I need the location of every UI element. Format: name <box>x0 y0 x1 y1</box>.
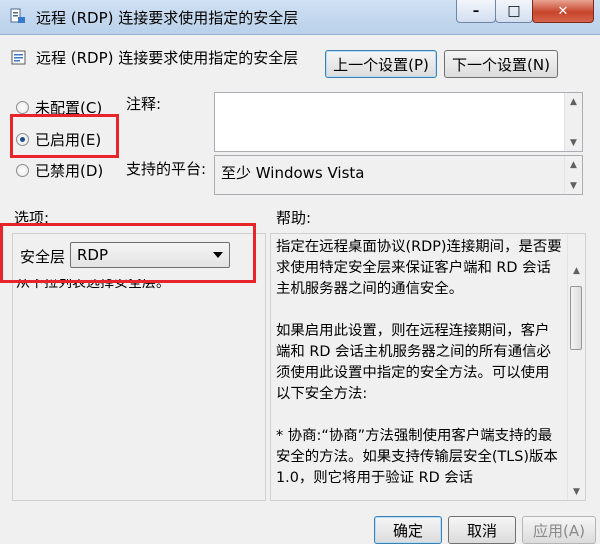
scroll-down-icon[interactable]: ▼ <box>565 177 582 194</box>
help-scrollbar[interactable]: ▲ ▼ <box>567 234 585 500</box>
close-button[interactable]: ✕ <box>532 0 594 23</box>
radio-label: 已禁用(D) <box>35 162 104 180</box>
close-icon: ✕ <box>557 3 569 19</box>
platform-label: 支持的平台: <box>126 160 207 178</box>
scroll-thumb[interactable] <box>570 286 582 350</box>
scroll-down-icon[interactable]: ▼ <box>568 483 585 500</box>
highlight-security-layer-box <box>0 223 256 283</box>
policy-title: 远程 (RDP) 连接要求使用指定的安全层 <box>36 49 299 67</box>
policy-header: 远程 (RDP) 连接要求使用指定的安全层 <box>10 47 298 68</box>
scroll-up-icon[interactable]: ▲ <box>565 156 582 173</box>
scroll-up-icon[interactable]: ▲ <box>568 262 585 279</box>
radio-circle <box>16 164 29 177</box>
comment-label: 注释: <box>126 95 162 113</box>
scroll-down-icon[interactable]: ▼ <box>565 134 582 151</box>
minimize-button[interactable]: – <box>456 0 496 23</box>
dialog-body: 远程 (RDP) 连接要求使用指定的安全层 上一个设置(P) 下一个设置(N) … <box>0 35 600 544</box>
maximize-button[interactable]: □ <box>495 0 533 23</box>
minimize-icon: – <box>472 3 480 19</box>
platform-box: 至少 Windows Vista ▲ ▼ <box>214 155 583 195</box>
title-bar: 远程 (RDP) 连接要求使用指定的安全层 – □ ✕ <box>0 0 600 35</box>
maximize-icon: □ <box>507 3 521 19</box>
radio-circle <box>16 101 29 114</box>
platform-value: 至少 Windows Vista <box>221 164 365 182</box>
comment-textarea[interactable]: ▲ ▼ <box>214 92 583 152</box>
radio-disabled[interactable]: 已禁用(D) <box>16 160 103 181</box>
comment-scrollbar[interactable]: ▲ ▼ <box>564 93 582 151</box>
scroll-up-icon[interactable]: ▲ <box>565 93 582 110</box>
next-setting-button[interactable]: 下一个设置(N) <box>444 50 558 78</box>
previous-setting-button[interactable]: 上一个设置(P) <box>325 50 437 78</box>
policy-setting-icon <box>11 50 26 64</box>
group-policy-icon <box>10 8 25 23</box>
highlight-enabled-box <box>10 114 119 158</box>
help-text: 指定在远程桌面协议(RDP)连接期间，是否要求使用特定安全层来保证客户端和 RD… <box>276 239 562 486</box>
window-title: 远程 (RDP) 连接要求使用指定的安全层 <box>36 9 299 27</box>
platform-scrollbar[interactable]: ▲ ▼ <box>564 156 582 194</box>
help-label: 帮助: <box>276 209 312 227</box>
